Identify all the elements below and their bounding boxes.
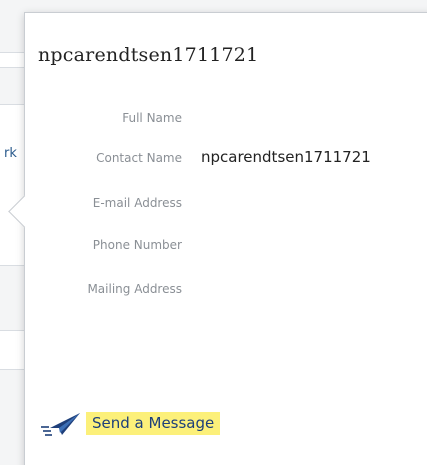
contact-name-label: Contact Name bbox=[96, 151, 182, 165]
background-link[interactable]: rk bbox=[4, 146, 17, 161]
email-address-label: E-mail Address bbox=[92, 196, 182, 210]
paper-plane-icon bbox=[41, 413, 80, 436]
contact-popover bbox=[24, 12, 427, 465]
contact-name-value: npcarendtsen1711721 bbox=[201, 148, 371, 166]
send-message-link[interactable]: Send a Message bbox=[86, 411, 221, 435]
full-name-label: Full Name bbox=[122, 111, 182, 125]
popover-title: npcarendtsen1711721 bbox=[38, 44, 259, 66]
mailing-address-label: Mailing Address bbox=[87, 282, 182, 296]
send-message-action[interactable]: Send a Message bbox=[40, 410, 221, 436]
phone-number-label: Phone Number bbox=[92, 238, 182, 252]
screen: rk npcarendtsen1711721 Full Name Contact… bbox=[0, 0, 427, 465]
